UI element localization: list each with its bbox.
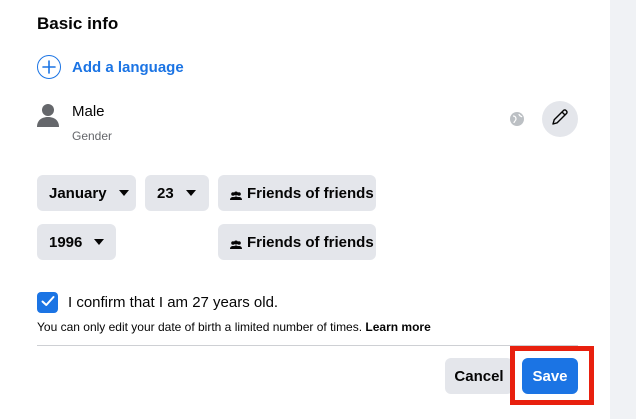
age-confirm-label: I confirm that I am 27 years old.: [68, 294, 279, 311]
year-privacy-button[interactable]: Friends of friends: [218, 224, 376, 260]
globe-icon[interactable]: [509, 111, 525, 127]
basic-info-panel: Basic info Add a language Male Gender Ja…: [0, 0, 610, 419]
chevron-down-icon: [94, 239, 105, 245]
add-language-label: Add a language: [72, 58, 184, 76]
month-day-privacy-button[interactable]: Friends of friends: [218, 175, 376, 211]
age-confirm-row: I confirm that I am 27 years old.: [37, 292, 278, 313]
year-value: 1996: [49, 233, 83, 251]
friends-icon: [230, 188, 242, 200]
month-value: January: [49, 184, 107, 202]
birthdate-edit-note: You can only edit your date of birth a l…: [37, 320, 431, 334]
day-value: 23: [157, 184, 174, 202]
gender-value: Male: [72, 103, 105, 120]
scrollbar-track[interactable]: [610, 0, 636, 419]
checkmark-icon: [41, 294, 55, 312]
month-select[interactable]: January: [37, 175, 136, 211]
person-icon: [37, 103, 59, 127]
year-privacy-label: Friends of friends: [247, 233, 374, 251]
gender-label: Gender: [72, 129, 113, 143]
chevron-down-icon: [185, 190, 196, 196]
year-select[interactable]: 1996: [37, 224, 116, 260]
divider: [37, 345, 578, 346]
day-select[interactable]: 23: [145, 175, 209, 211]
edit-gender-button[interactable]: [542, 101, 578, 137]
save-button[interactable]: Save: [522, 358, 578, 394]
chevron-down-icon: [118, 190, 129, 196]
friends-icon: [230, 237, 242, 249]
add-language-button[interactable]: Add a language: [37, 55, 184, 79]
age-confirm-checkbox[interactable]: [37, 292, 58, 313]
pencil-icon: [550, 107, 570, 132]
birthdate-edit-note-text: You can only edit your date of birth a l…: [37, 320, 366, 334]
gender-row: Male Gender: [37, 101, 582, 147]
learn-more-link[interactable]: Learn more: [365, 320, 430, 334]
plus-circle-icon: [37, 55, 61, 79]
month-day-privacy-label: Friends of friends: [247, 184, 374, 202]
section-title: Basic info: [37, 14, 119, 33]
cancel-button[interactable]: Cancel: [445, 358, 513, 394]
